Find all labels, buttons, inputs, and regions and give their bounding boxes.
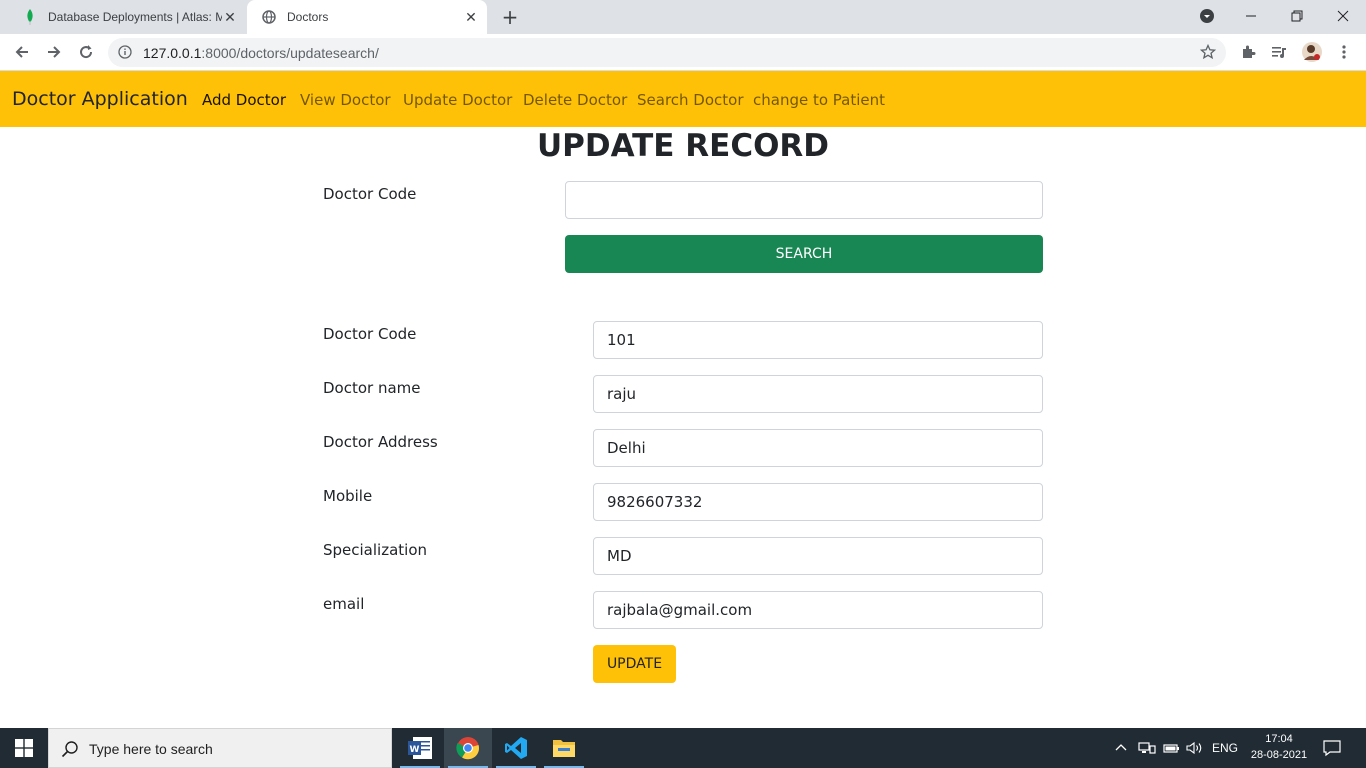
tray-show-hidden-icons[interactable] [1114, 728, 1128, 768]
profile-dropdown-button[interactable] [1184, 0, 1230, 32]
doctor-address-field[interactable] [593, 429, 1043, 467]
word-icon: W [408, 737, 432, 759]
specialization-label: Specialization [323, 541, 428, 559]
avatar-icon [1302, 42, 1322, 62]
url-text: 127.0.0.1:8000/doctors/updatesearch/ [143, 45, 379, 61]
chrome-menu-button[interactable] [1330, 38, 1358, 66]
chevron-down-icon [1200, 9, 1214, 23]
taskbar-vscode[interactable] [492, 728, 540, 768]
app-navbar: Doctor Application Add Doctor View Docto… [0, 71, 1366, 127]
tab-title: Doctors [287, 10, 329, 24]
extensions-button[interactable] [1234, 38, 1262, 66]
search-icon [61, 741, 78, 758]
chrome-icon [456, 737, 480, 760]
doctor-code-label: Doctor Code [323, 325, 417, 343]
doctor-address-label: Doctor Address [323, 433, 438, 451]
info-icon [118, 45, 132, 59]
arrow-left-icon [15, 46, 28, 58]
bookmark-star-icon[interactable] [1200, 44, 1216, 60]
battery-icon [1163, 744, 1179, 753]
browser-tab-atlas[interactable]: Database Deployments | Atlas: M ✕ [8, 0, 246, 34]
mobile-field[interactable] [593, 483, 1043, 521]
restore-button[interactable] [1274, 0, 1320, 32]
taskbar-search-placeholder: Type here to search [89, 741, 213, 757]
back-button[interactable] [8, 38, 36, 66]
email-label: email [323, 595, 365, 613]
search-doctor-code-label: Doctor Code [323, 185, 417, 203]
clock-time: 17:04 [1265, 733, 1293, 745]
media-control-button[interactable] [1265, 38, 1293, 66]
svg-text:W: W [410, 745, 420, 755]
mongodb-leaf-icon [22, 9, 38, 25]
nav-update-doctor[interactable]: Update Doctor [403, 91, 512, 109]
navbar-brand[interactable]: Doctor Application [12, 88, 188, 110]
taskbar-file-explorer[interactable] [540, 728, 588, 768]
tab-title: Database Deployments | Atlas: M [48, 10, 222, 24]
address-bar[interactable]: 127.0.0.1:8000/doctors/updatesearch/ [108, 38, 1226, 67]
tray-battery[interactable] [1162, 728, 1180, 768]
notification-icon [1323, 740, 1341, 757]
puzzle-icon [1243, 45, 1256, 58]
tray-volume[interactable] [1186, 728, 1204, 768]
restore-icon [1291, 10, 1303, 22]
doctor-code-field[interactable] [593, 321, 1043, 359]
reload-button[interactable] [72, 38, 100, 66]
nav-view-doctor[interactable]: View Doctor [300, 91, 391, 109]
globe-icon [261, 9, 277, 25]
browser-toolbar: 127.0.0.1:8000/doctors/updatesearch/ [0, 34, 1366, 71]
doctor-name-label: Doctor name [323, 379, 421, 397]
email-field[interactable] [593, 591, 1043, 629]
taskbar-chrome[interactable] [444, 728, 492, 768]
action-center-button[interactable] [1322, 728, 1342, 768]
arrow-right-icon [48, 46, 61, 58]
page-title: UPDATE RECORD [536, 128, 830, 164]
close-icon [1337, 10, 1349, 22]
playlist-icon [1272, 47, 1286, 58]
windows-logo-icon [15, 739, 33, 757]
browser-tab-doctors[interactable]: Doctors ✕ [247, 0, 487, 34]
reload-icon [80, 45, 93, 59]
network-icon [1138, 742, 1156, 754]
forward-button[interactable] [40, 38, 68, 66]
start-button[interactable] [0, 728, 48, 768]
windows-taskbar: Type here to search W ENG 17:04 28-08-20… [0, 728, 1366, 768]
profile-avatar[interactable] [1298, 38, 1326, 66]
mobile-label: Mobile [323, 487, 373, 505]
folder-icon [553, 740, 575, 757]
specialization-field[interactable] [593, 537, 1043, 575]
search-button[interactable]: SEARCH [565, 235, 1043, 273]
vscode-icon [505, 737, 527, 759]
taskbar-search-box[interactable]: Type here to search [48, 728, 392, 768]
clock-date: 28-08-2021 [1250, 749, 1308, 761]
speaker-icon [1186, 741, 1202, 755]
minimize-button[interactable] [1228, 0, 1274, 32]
close-tab-icon[interactable]: ✕ [463, 9, 479, 25]
nav-add-doctor[interactable]: Add Doctor [202, 91, 286, 109]
taskbar-clock[interactable]: 17:04 28-08-2021 [1250, 731, 1308, 763]
minimize-icon [1246, 15, 1256, 17]
new-tab-button[interactable]: + [498, 5, 522, 29]
chevron-up-icon [1115, 744, 1127, 751]
search-doctor-code-input[interactable] [565, 181, 1043, 219]
doctor-name-field[interactable] [593, 375, 1043, 413]
close-window-button[interactable] [1320, 0, 1366, 32]
nav-change-to-patient[interactable]: change to Patient [753, 91, 885, 109]
close-tab-icon[interactable]: ✕ [222, 9, 238, 25]
update-button[interactable]: UPDATE [593, 645, 676, 683]
taskbar-word[interactable]: W [396, 728, 444, 768]
kebab-menu-icon [1342, 45, 1346, 59]
tray-network[interactable] [1138, 728, 1156, 768]
nav-search-doctor[interactable]: Search Doctor [637, 91, 744, 109]
browser-tab-strip: Database Deployments | Atlas: M ✕ Doctor… [0, 0, 1366, 34]
nav-delete-doctor[interactable]: Delete Doctor [523, 91, 627, 109]
tray-language[interactable]: ENG [1212, 728, 1238, 768]
